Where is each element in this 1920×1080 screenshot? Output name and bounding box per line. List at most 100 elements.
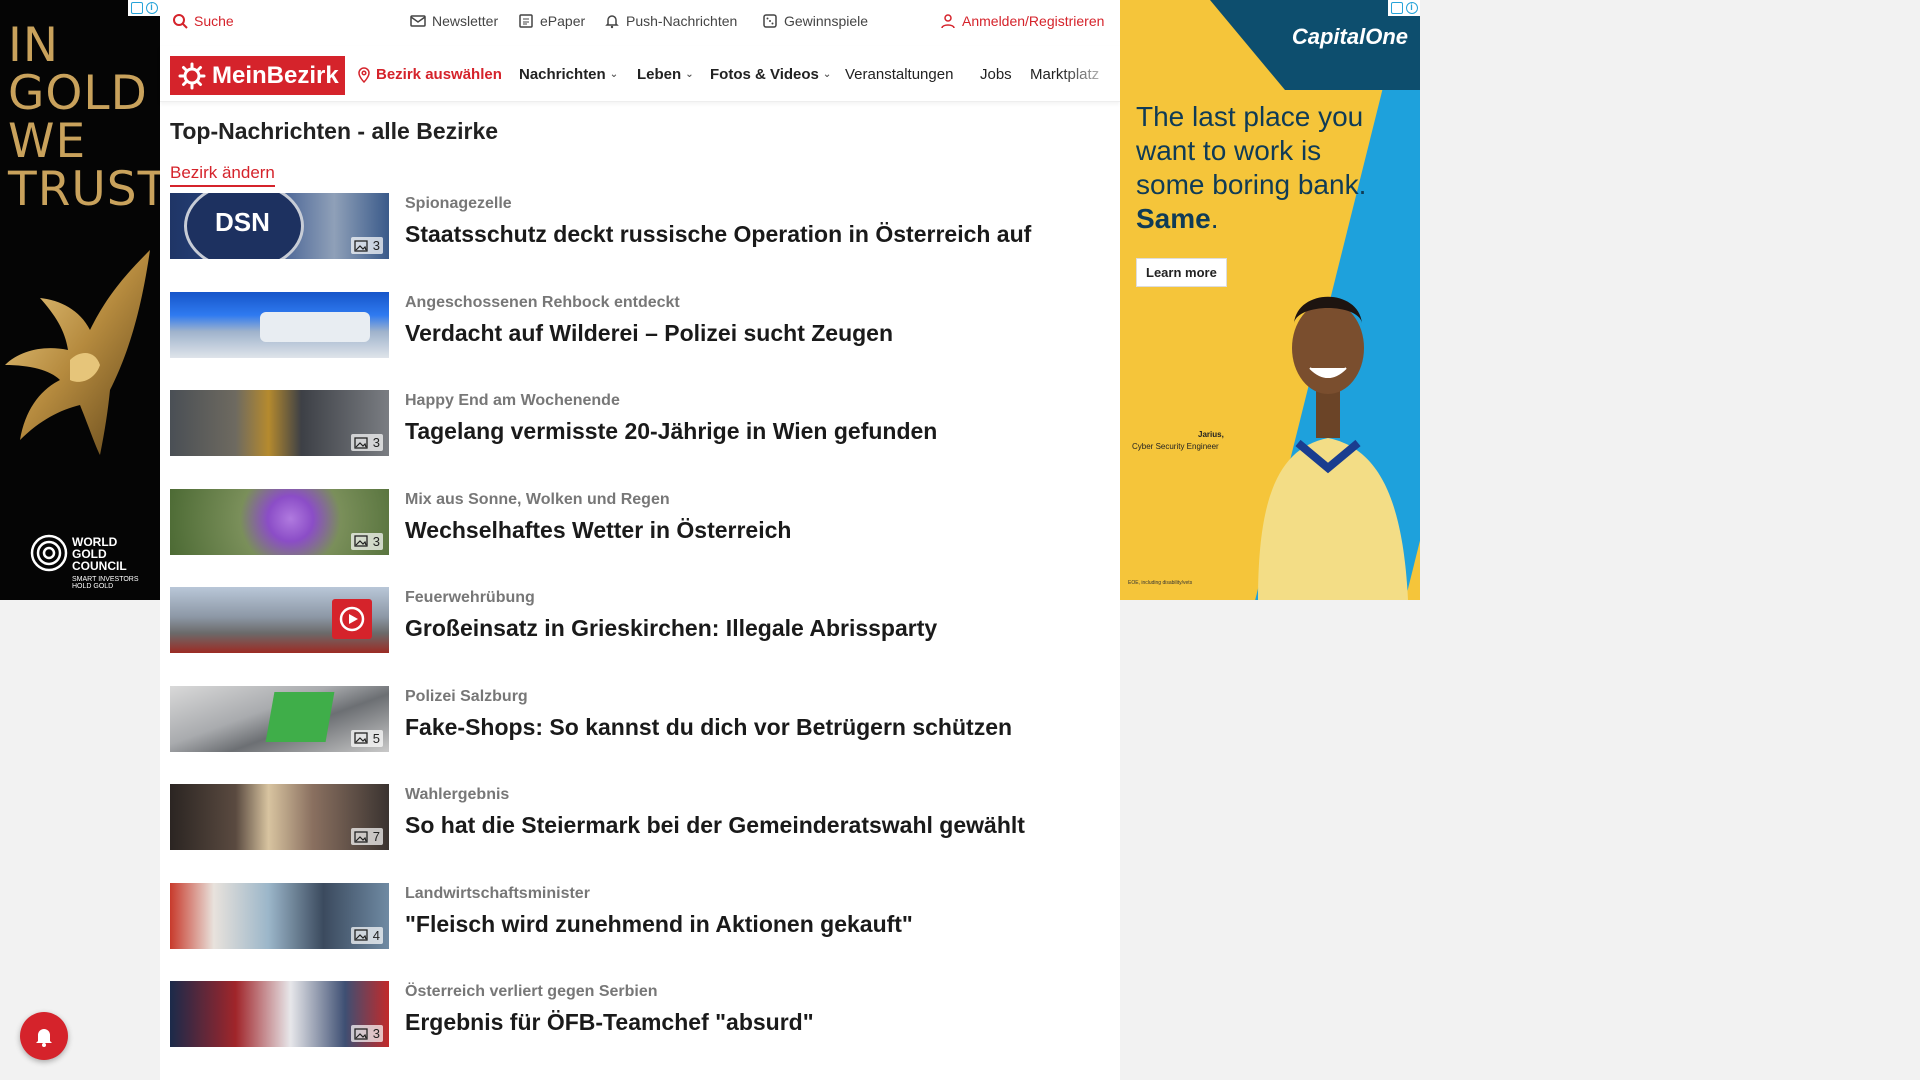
right-ad-banner[interactable]: CapitalOne The last place you want to wo… <box>1120 0 1420 600</box>
ad-org-tagline: SMART INVESTORS HOLD GOLD <box>72 576 139 590</box>
push-notifications-link[interactable]: Push-Nachrichten <box>604 13 737 29</box>
article-kicker: Feuerwehrübung <box>405 589 535 606</box>
article-item[interactable]: 4 Landwirtschaftsminister "Fleisch wird … <box>170 882 1110 982</box>
contests-link[interactable]: Gewinnspiele <box>762 13 868 29</box>
article-headline[interactable]: Wechselhaftes Wetter in Österreich <box>405 517 791 544</box>
login-link[interactable]: Anmelden/Registrieren <box>940 13 1104 29</box>
gallery-icon <box>354 830 368 843</box>
location-pin-icon <box>358 66 370 83</box>
nav-item-label: Leben <box>637 66 682 83</box>
article-item[interactable]: 3 Mix aus Sonne, Wolken und Regen Wechse… <box>170 488 1110 588</box>
change-district-link[interactable]: Bezirk ändern <box>170 163 275 187</box>
nav-item-photos-videos[interactable]: Fotos & Videos ⌄ <box>710 66 831 83</box>
article-kicker: Angeschossenen Rehbock entdeckt <box>405 293 680 311</box>
ad-choices-icon[interactable]: i <box>128 0 160 16</box>
newsletter-link[interactable]: Newsletter <box>410 13 498 29</box>
ad-copy-text: The last place you want to work is some … <box>1136 101 1367 200</box>
image-count-badge: 3 <box>350 532 383 550</box>
bell-icon <box>36 1029 52 1047</box>
gallery-icon <box>354 929 368 941</box>
ad-headline: IN GOLD WE TRUST <box>8 18 160 217</box>
nav-item-label: Nachrichten <box>519 66 606 83</box>
article-thumbnail[interactable]: 5 <box>170 685 389 752</box>
nav-item-news[interactable]: Nachrichten ⌄ <box>519 66 618 83</box>
nav-item-events[interactable]: Veranstaltungen <box>845 66 953 83</box>
article-kicker: Happy End am Wochenende <box>405 392 620 409</box>
nav-item-label: Jobs <box>980 66 1012 83</box>
ad-person-image <box>1258 296 1408 600</box>
image-count-badge: 5 <box>350 729 383 747</box>
push-label: Push-Nachrichten <box>626 13 738 29</box>
article-kicker: Spionagezelle <box>405 195 512 212</box>
newspaper-icon <box>519 14 533 28</box>
main-content: Suche Newsletter ePaper Push-Nachrichten… <box>160 0 1120 1080</box>
article-item[interactable]: Angeschossenen Rehbock entdeckt Verdacht… <box>170 291 1110 391</box>
notification-bell-button[interactable] <box>20 1012 68 1060</box>
article-item[interactable]: 3 Happy End am Wochenende Tagelang vermi… <box>170 390 1110 489</box>
article-kicker: Wahlergebnis <box>405 786 510 803</box>
capital-one-logo: CapitalOne <box>1291 24 1408 49</box>
article-list: DSN 3 Spionagezelle Staatsschutz deckt r… <box>170 193 1110 1080</box>
image-count-badge: 7 <box>350 828 383 845</box>
image-count-badge: 3 <box>350 237 383 254</box>
dice-icon <box>763 14 777 28</box>
article-thumbnail[interactable] <box>170 587 389 653</box>
article-item[interactable]: 7 Wahlergebnis So hat die Steiermark bei… <box>170 784 1110 883</box>
police-car-image <box>260 311 370 342</box>
article-kicker: Mix aus Sonne, Wolken und Regen <box>405 490 670 508</box>
search-icon <box>173 14 188 29</box>
gallery-icon <box>354 535 368 547</box>
article-kicker: Polizei Salzburg <box>405 687 528 705</box>
chevron-down-icon: ⌄ <box>685 69 694 80</box>
article-headline[interactable]: Fake-Shops: So kannst du dich vor Betrüg… <box>405 714 1012 741</box>
logo-sun-icon <box>178 62 206 89</box>
article-headline[interactable]: "Fleisch wird zunehmend in Aktionen geka… <box>405 911 913 938</box>
user-icon <box>941 14 955 29</box>
search-link[interactable]: Suche <box>172 13 234 29</box>
gallery-icon <box>354 1027 368 1040</box>
nav-item-life[interactable]: Leben ⌄ <box>637 66 694 83</box>
article-item[interactable]: Feuerwehrübung Großeinsatz in Grieskirch… <box>170 587 1110 686</box>
gallery-icon <box>354 732 368 744</box>
image-count-badge: 3 <box>350 434 383 451</box>
image-count: 3 <box>372 435 380 450</box>
ad-choices-icon[interactable]: i <box>1388 0 1420 16</box>
article-thumbnail[interactable]: DSN 3 <box>170 193 389 259</box>
article-item[interactable]: 5 Polizei Salzburg Fake-Shops: So kannst… <box>170 685 1110 785</box>
article-thumbnail[interactable] <box>170 291 389 358</box>
mail-icon <box>410 15 426 27</box>
article-headline[interactable]: Ergebnis für ÖFB-Teamchef "absurd" <box>405 1009 814 1036</box>
nav-item-label: Veranstaltungen <box>845 66 954 83</box>
meinbezirk-logo[interactable]: MeinBezirk <box>170 56 345 95</box>
image-count-badge: 3 <box>350 1025 383 1042</box>
learn-more-button[interactable]: Learn more <box>1136 258 1227 287</box>
article-headline[interactable]: Staatsschutz deckt russische Operation i… <box>405 221 1031 248</box>
video-play-icon[interactable] <box>332 599 372 639</box>
article-headline[interactable]: So hat die Steiermark bei der Gemeindera… <box>405 812 1025 839</box>
article-thumbnail[interactable]: 7 <box>170 784 389 850</box>
chevron-down-icon: ⌄ <box>609 69 619 80</box>
article-headline[interactable]: Verdacht auf Wilderei – Polizei sucht Ze… <box>405 320 893 347</box>
nav-item-jobs[interactable]: Jobs <box>980 66 1012 83</box>
article-thumbnail[interactable]: 3 <box>170 390 389 456</box>
article-thumbnail[interactable]: 3 <box>170 488 389 555</box>
image-count: 3 <box>372 238 380 253</box>
article-item[interactable]: DSN 3 Spionagezelle Staatsschutz deckt r… <box>170 193 1110 292</box>
ad-copy: The last place you want to work is some … <box>1136 100 1376 236</box>
image-count-badge: 4 <box>350 926 383 944</box>
article-thumbnail[interactable]: 3 <box>170 981 389 1047</box>
top-utility-bar: Suche Newsletter ePaper Push-Nachrichten… <box>160 0 1120 46</box>
ad-person-role: Cyber Security Engineer <box>1132 442 1219 451</box>
epaper-label: ePaper <box>540 13 586 29</box>
article-item[interactable]: 3 Österreich verliert gegen Serbien Erge… <box>170 981 1110 1080</box>
epaper-link[interactable]: ePaper <box>518 13 585 29</box>
nav-fade-overlay <box>1060 46 1120 101</box>
contests-label: Gewinnspiele <box>784 13 869 29</box>
ad-copy-period: . <box>1210 203 1219 234</box>
article-headline[interactable]: Großeinsatz in Grieskirchen: Illegale Ab… <box>405 615 937 642</box>
article-thumbnail[interactable]: 4 <box>170 882 389 949</box>
article-headline[interactable]: Tagelang vermisste 20-Jährige in Wien ge… <box>405 418 937 445</box>
select-district-button[interactable]: Bezirk auswählen <box>356 66 502 83</box>
search-label: Suche <box>194 13 234 29</box>
left-ad-banner[interactable]: IN GOLD WE TRUST WORLD GOLD COUNCIL SMAR… <box>0 0 160 600</box>
